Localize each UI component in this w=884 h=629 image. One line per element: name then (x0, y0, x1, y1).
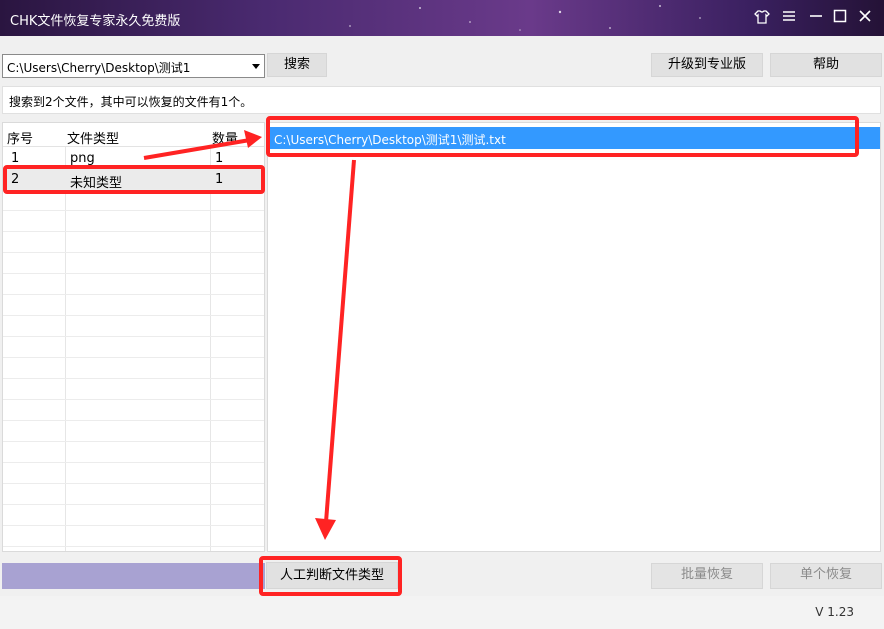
menu-icon[interactable] (779, 8, 799, 28)
empty-row (3, 505, 264, 526)
status-bar: 搜索到2个文件，其中可以恢复的文件有1个。 (2, 86, 881, 114)
column-header-type[interactable]: 文件类型 (67, 128, 119, 147)
progress-bar (2, 563, 265, 589)
table-header: 序号 文件类型 数量 (3, 123, 264, 147)
empty-row (3, 337, 264, 358)
chevron-down-icon[interactable] (252, 64, 260, 69)
empty-row (3, 442, 264, 463)
empty-row (3, 358, 264, 379)
column-header-count[interactable]: 数量 (212, 128, 238, 147)
help-button[interactable]: 帮助 (770, 53, 882, 77)
single-restore-button[interactable]: 单个恢复 (770, 563, 882, 589)
empty-row (3, 274, 264, 295)
footer (0, 596, 884, 629)
empty-row (3, 463, 264, 484)
empty-row (3, 295, 264, 316)
empty-row (3, 232, 264, 253)
maximize-icon[interactable] (830, 8, 850, 28)
column-header-index[interactable]: 序号 (7, 128, 33, 147)
file-list[interactable]: C:\Users\Cherry\Desktop\测试1\测试.txt (267, 122, 881, 552)
empty-row (3, 253, 264, 274)
empty-row (3, 316, 264, 337)
empty-row (3, 400, 264, 421)
skin-icon[interactable] (752, 8, 772, 28)
close-icon[interactable] (855, 8, 875, 28)
version-label: V 1.23 (815, 605, 854, 619)
empty-row (3, 379, 264, 400)
path-select[interactable]: C:\Users\Cherry\Desktop\测试1 (2, 54, 265, 78)
row-index: 1 (11, 151, 20, 166)
status-text: 搜索到2个文件，其中可以恢复的文件有1个。 (9, 95, 253, 109)
window-title: CHK文件恢复专家永久免费版 (10, 14, 181, 29)
empty-row (3, 484, 264, 505)
empty-row (3, 421, 264, 442)
annotation-box-row (3, 165, 265, 194)
annotation-box-file (266, 116, 859, 157)
empty-row (3, 526, 264, 547)
row-count: 1 (215, 151, 224, 166)
search-button[interactable]: 搜索 (267, 53, 327, 77)
minimize-icon[interactable] (806, 8, 826, 28)
empty-row (3, 211, 264, 232)
title-bar: CHK文件恢复专家永久免费版 (0, 0, 884, 36)
path-select-value: C:\Users\Cherry\Desktop\测试1 (7, 61, 191, 75)
upgrade-button[interactable]: 升级到专业版 (651, 53, 763, 77)
row-type: png (70, 151, 95, 166)
annotation-box-button (259, 556, 402, 596)
batch-restore-button[interactable]: 批量恢复 (651, 563, 763, 589)
